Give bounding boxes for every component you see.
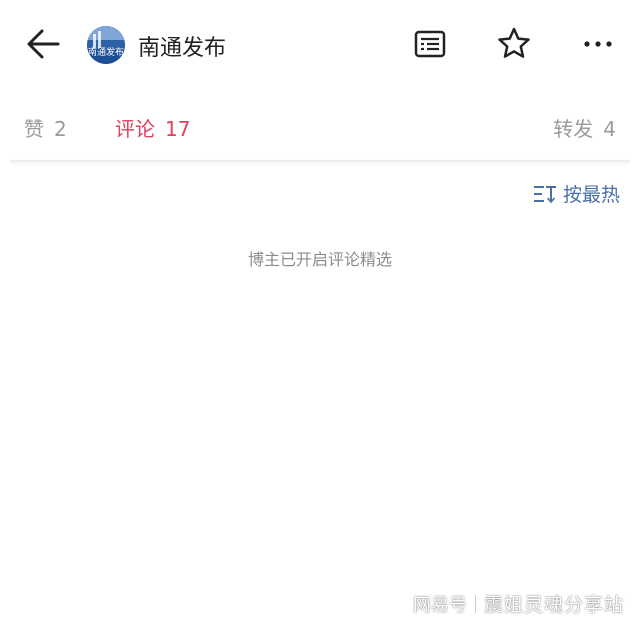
tab-forwards[interactable]: 转发 4 (553, 113, 616, 142)
watermark: 网易号 震姐灵魂分享站 (413, 590, 624, 617)
tab-comments[interactable]: 评论 17 (115, 113, 190, 142)
watermark-brand: 网易号 (412, 595, 467, 616)
interaction-tabs: 赞2 评论 17 转发 4 (0, 100, 640, 150)
tabs-divider (10, 160, 630, 162)
tab-forwards-count: 4 (603, 117, 616, 141)
top-bar: 南通发布 南通发布 (0, 0, 640, 90)
comment-selection-notice: 博主已开启评论精选 (247, 250, 392, 269)
watermark-separator (474, 595, 476, 613)
sort-icon (533, 185, 556, 203)
article-list-icon (414, 30, 446, 58)
avatar[interactable]: 南通发布 (87, 26, 125, 64)
article-button[interactable] (410, 24, 450, 64)
favorite-button[interactable] (494, 24, 534, 64)
avatar-text: 南通发布 (87, 48, 124, 58)
tab-forwards-label: 转发 (553, 117, 594, 141)
watermark-site: 震姐灵魂分享站 (483, 594, 624, 616)
account-name[interactable]: 南通发布 (138, 30, 226, 62)
back-button[interactable] (22, 24, 66, 64)
sort-label: 按最热 (562, 184, 620, 206)
sort-button[interactable]: 按最热 (533, 180, 620, 206)
more-icon (584, 41, 612, 47)
star-icon (498, 27, 530, 58)
tab-comments-count: 17 (165, 117, 191, 141)
back-arrow-icon (27, 29, 60, 59)
tab-likes[interactable]: 赞2 (24, 113, 67, 142)
tab-likes-count: 2 (54, 117, 67, 141)
tab-likes-label: 赞 (24, 117, 44, 141)
more-button[interactable] (578, 24, 618, 64)
tab-comments-label: 评论 (115, 117, 155, 141)
